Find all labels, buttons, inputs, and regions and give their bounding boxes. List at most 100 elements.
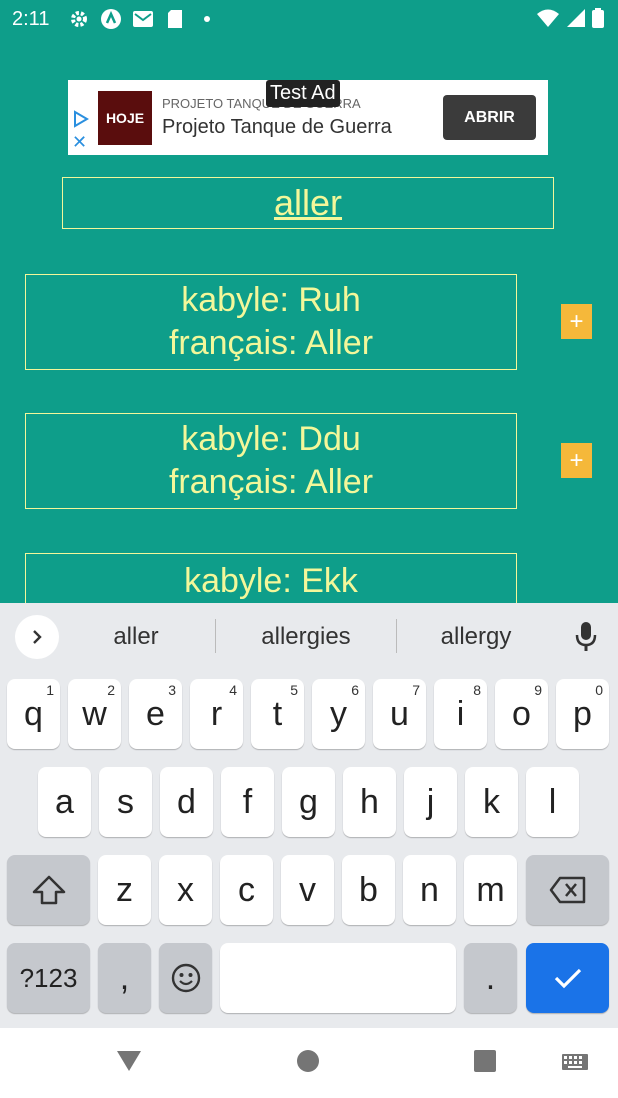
- key-m[interactable]: m: [464, 855, 517, 925]
- key-number-hint: 1: [46, 682, 54, 698]
- adchoices-icon[interactable]: [72, 110, 90, 133]
- key-label: o: [512, 694, 531, 733]
- shift-key[interactable]: [7, 855, 90, 925]
- result-francais: français: Aller: [168, 324, 374, 362]
- suggestions-expand-button[interactable]: [15, 615, 59, 659]
- key-number-hint: 8: [473, 682, 481, 698]
- key-f[interactable]: f: [221, 767, 274, 837]
- settings-gear-icon: [68, 8, 90, 30]
- key-x[interactable]: x: [159, 855, 212, 925]
- backspace-icon: [549, 876, 585, 904]
- microphone-icon[interactable]: [574, 621, 598, 658]
- key-d[interactable]: d: [160, 767, 213, 837]
- key-l[interactable]: l: [526, 767, 579, 837]
- symbols-key[interactable]: ?123: [7, 943, 90, 1013]
- key-k[interactable]: k: [465, 767, 518, 837]
- app-notification-icon: [100, 8, 122, 30]
- wifi-icon: [536, 8, 560, 33]
- result-kabyle: kabyle: Ruh: [181, 281, 361, 319]
- search-field[interactable]: aller: [62, 177, 554, 229]
- suggestion-item[interactable]: aller: [56, 623, 216, 651]
- mail-icon: [132, 8, 154, 30]
- key-v[interactable]: v: [281, 855, 334, 925]
- key-s[interactable]: s: [99, 767, 152, 837]
- key-number-hint: 2: [107, 682, 115, 698]
- keyboard-switch-icon[interactable]: [562, 1054, 588, 1075]
- sd-card-icon: [164, 8, 186, 30]
- navigation-bar: [0, 1028, 618, 1098]
- key-label: w: [82, 694, 107, 733]
- checkmark-icon: [554, 968, 581, 989]
- key-q[interactable]: q1: [7, 679, 60, 749]
- key-a[interactable]: a: [38, 767, 91, 837]
- key-e[interactable]: e3: [129, 679, 182, 749]
- system-status-icons: [536, 8, 604, 33]
- period-key[interactable]: .: [464, 943, 517, 1013]
- backspace-key[interactable]: [526, 855, 609, 925]
- key-label: t: [272, 694, 283, 733]
- notification-icons: [68, 8, 218, 30]
- space-key[interactable]: [220, 943, 456, 1013]
- key-i[interactable]: i8: [434, 679, 487, 749]
- suggestion-item[interactable]: allergy: [396, 623, 556, 651]
- signal-icon: [566, 8, 586, 33]
- key-label: y: [330, 694, 347, 733]
- key-p[interactable]: p0: [556, 679, 609, 749]
- key-w[interactable]: w2: [68, 679, 121, 749]
- result-card[interactable]: kabyle: Ruh français: Aller: [25, 274, 517, 370]
- chevron-right-icon: [33, 630, 42, 644]
- key-label: r: [210, 694, 223, 733]
- result-kabyle: kabyle: Ddu: [181, 420, 361, 458]
- ad-title: Projeto Tanque de Guerra: [162, 116, 392, 138]
- suggestion-item[interactable]: allergies: [226, 623, 386, 651]
- key-b[interactable]: b: [342, 855, 395, 925]
- battery-icon: [592, 8, 604, 33]
- key-g[interactable]: g: [282, 767, 335, 837]
- key-label: q: [24, 694, 43, 733]
- key-z[interactable]: z: [98, 855, 151, 925]
- result-card[interactable]: kabyle: Ddu français: Aller: [25, 413, 517, 509]
- back-triangle-icon[interactable]: [116, 1049, 142, 1078]
- key-c[interactable]: c: [220, 855, 273, 925]
- key-h[interactable]: h: [343, 767, 396, 837]
- key-label: p: [573, 694, 592, 733]
- key-o[interactable]: o9: [495, 679, 548, 749]
- key-number-hint: 9: [534, 682, 542, 698]
- status-time: 2:11: [12, 8, 50, 30]
- emoji-key[interactable]: [159, 943, 212, 1013]
- key-number-hint: 4: [229, 682, 237, 698]
- shift-arrow-icon: [32, 875, 65, 905]
- key-t[interactable]: t5: [251, 679, 304, 749]
- recents-square-icon[interactable]: [473, 1049, 497, 1078]
- search-word: aller: [273, 182, 343, 223]
- key-j[interactable]: j: [404, 767, 457, 837]
- ad-banner[interactable]: ✕ HOJE PROJETO TANQUE DE GUERRA Projeto …: [68, 80, 548, 155]
- home-circle-icon[interactable]: [296, 1049, 320, 1078]
- key-number-hint: 7: [412, 682, 420, 698]
- emoji-icon: [171, 963, 200, 993]
- key-number-hint: 0: [595, 682, 603, 698]
- key-label: e: [146, 694, 165, 733]
- soft-keyboard: aller allergies allergy q1w2e3r4t5y6u7i8…: [0, 603, 618, 1028]
- key-y[interactable]: y6: [312, 679, 365, 749]
- add-favorite-button[interactable]: +: [561, 304, 592, 339]
- ad-thumbnail: HOJE: [98, 91, 152, 145]
- test-ad-badge: Test Ad: [266, 80, 340, 107]
- comma-key[interactable]: ,: [98, 943, 151, 1013]
- suggestion-bar: aller allergies allergy: [0, 603, 618, 669]
- ad-open-button[interactable]: ABRIR: [443, 95, 536, 140]
- key-r[interactable]: r4: [190, 679, 243, 749]
- ad-close-icon[interactable]: ✕: [72, 133, 87, 151]
- key-n[interactable]: n: [403, 855, 456, 925]
- key-label: u: [390, 694, 409, 733]
- key-u[interactable]: u7: [373, 679, 426, 749]
- result-kabyle: kabyle: Ekk: [184, 562, 358, 600]
- enter-key[interactable]: [526, 943, 609, 1013]
- key-label: i: [456, 694, 465, 733]
- suggestion-divider: [215, 619, 216, 653]
- key-number-hint: 5: [290, 682, 298, 698]
- more-notifications-dot-icon: [196, 8, 218, 30]
- status-bar: 2:11: [0, 0, 618, 40]
- key-number-hint: 6: [351, 682, 359, 698]
- add-favorite-button[interactable]: +: [561, 443, 592, 478]
